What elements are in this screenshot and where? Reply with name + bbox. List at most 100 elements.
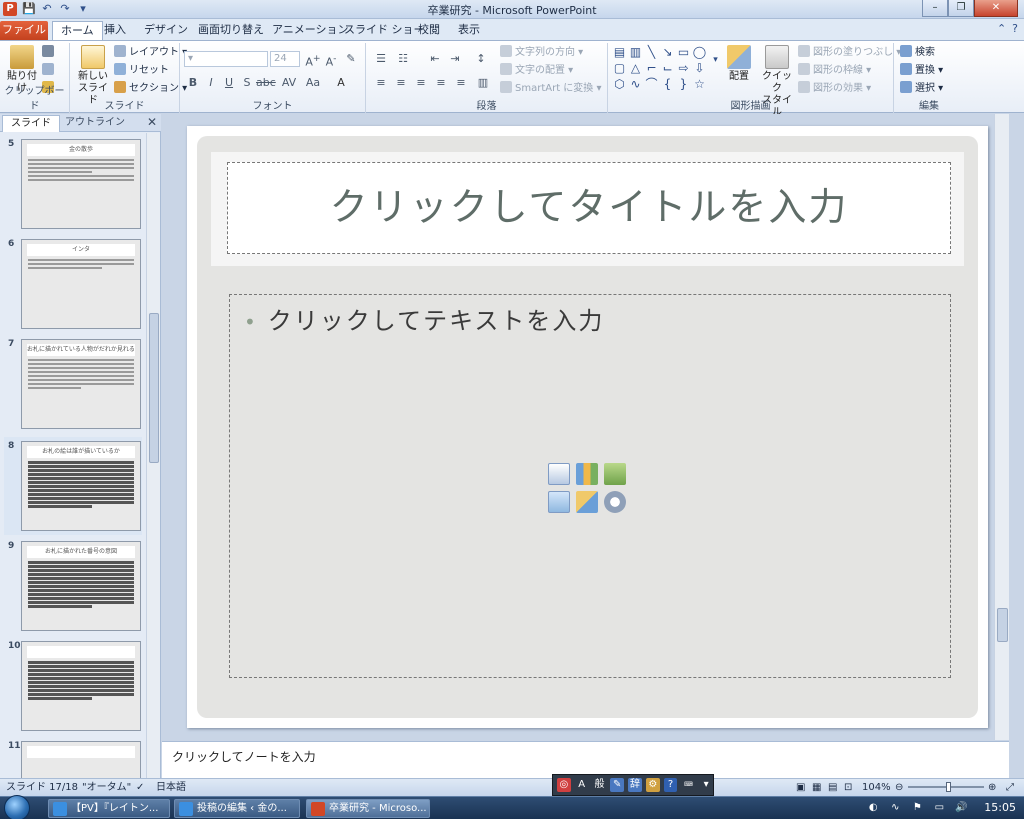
star-shape-icon[interactable]: ☆ — [692, 77, 707, 91]
insert-media-icon[interactable] — [604, 491, 626, 513]
insert-clipart-icon[interactable] — [576, 491, 598, 513]
help-icon[interactable]: ? — [1012, 22, 1018, 35]
close-button[interactable]: ✕ — [974, 0, 1018, 17]
line-shape-icon[interactable]: ╲ — [644, 45, 659, 59]
bold-icon[interactable]: B — [184, 75, 202, 91]
distribute-icon[interactable]: ≡ — [452, 75, 470, 91]
normal-view-icon[interactable]: ▣ — [796, 779, 805, 796]
language-indicator[interactable]: 日本語 — [156, 779, 186, 796]
tab-file[interactable]: ファイル — [0, 21, 48, 40]
ime-help-icon[interactable]: ? — [663, 778, 678, 792]
align-center-icon[interactable]: ≡ — [392, 75, 410, 91]
insert-table-icon[interactable] — [548, 463, 570, 485]
section-button[interactable]: セクション ▾ — [114, 81, 187, 97]
tab-outline[interactable]: アウトライン — [62, 115, 128, 132]
elbow-connector-shape-icon[interactable]: ⌐ — [644, 61, 659, 75]
tray-action-center-icon[interactable]: ⚑ — [910, 801, 924, 815]
restore-button[interactable]: ❐ — [948, 0, 974, 17]
slide-canvas[interactable]: クリックしてタイトルを入力 • クリックしてテキストを入力 — [187, 126, 988, 728]
slide-thumbnail[interactable]: 11 — [4, 741, 142, 778]
insert-smartart-icon[interactable] — [604, 463, 626, 485]
cut-button[interactable] — [42, 45, 57, 61]
arc-shape-icon[interactable]: ⌒ — [644, 77, 659, 91]
tools-icon[interactable]: ⚙ — [645, 778, 660, 792]
align-right-icon[interactable]: ≡ — [412, 75, 430, 91]
layout-button[interactable]: レイアウト ▾ — [114, 45, 187, 61]
tray-app-icon[interactable]: ◐ — [866, 801, 880, 815]
notes-pane[interactable]: クリックしてノートを入力 — [162, 741, 1009, 778]
copy-button[interactable] — [42, 63, 57, 79]
hexagon-shape-icon[interactable]: ⬡ — [612, 77, 627, 91]
minimize-button[interactable]: – — [922, 0, 948, 17]
elbow-arrow-shape-icon[interactable]: ⌙ — [660, 61, 675, 75]
shape-outline-button[interactable]: 図形の枠線 ▾ — [798, 63, 871, 79]
rectangle-shape-icon[interactable]: ▭ — [676, 45, 691, 59]
bullets-icon[interactable]: ☰ — [372, 51, 390, 67]
arrow-line-shape-icon[interactable]: ↘ — [660, 45, 675, 59]
italic-icon[interactable]: I — [202, 75, 220, 91]
replace-button[interactable]: 置換 ▾ — [900, 63, 943, 79]
slide-scroll-thumb[interactable] — [997, 608, 1008, 642]
dictionary-icon[interactable]: 辞 — [628, 778, 642, 792]
numbering-icon[interactable]: ☷ — [394, 51, 412, 67]
insert-chart-icon[interactable] — [576, 463, 598, 485]
ime-icon[interactable]: ◎ — [557, 778, 571, 792]
input-mode-icon[interactable]: A — [575, 778, 589, 792]
slide-sorter-icon[interactable]: ▦ — [812, 779, 821, 796]
tab-view[interactable]: 表示 — [450, 21, 488, 40]
theme-name[interactable]: "オータム" — [82, 779, 131, 796]
tab-slides[interactable]: スライド — [2, 115, 60, 132]
slide-scrollbar[interactable] — [994, 114, 1009, 740]
arrange-button[interactable]: 配置 — [722, 45, 756, 83]
ime-pad-icon[interactable]: ✎ — [610, 778, 625, 792]
thumbnail-scrollbar[interactable] — [146, 133, 160, 778]
change-case-icon[interactable]: Aa — [304, 75, 322, 91]
tab-insert[interactable]: 挿入 — [96, 21, 134, 40]
font-color-icon[interactable]: A — [332, 75, 350, 91]
slide-thumbnail[interactable]: 9 お札に描かれた番号の意図 — [4, 541, 142, 633]
insert-picture-icon[interactable] — [548, 491, 570, 513]
rounded-rect-shape-icon[interactable]: ▢ — [612, 61, 627, 75]
shadow-icon[interactable]: S — [238, 75, 256, 91]
underline-icon[interactable]: U — [220, 75, 238, 91]
curve-shape-icon[interactable]: ∿ — [628, 77, 643, 91]
tray-volume-icon[interactable]: 🔊 — [954, 801, 968, 815]
title-placeholder[interactable]: クリックしてタイトルを入力 — [227, 162, 951, 254]
slide-thumbnail[interactable]: 10 — [4, 641, 142, 733]
slide-thumbnail[interactable]: 7 お札に描かれている人物がだれか見れるの? — [4, 339, 142, 431]
zoom-level[interactable]: 104% — [862, 779, 891, 796]
tray-activity-icon[interactable]: ∿ — [888, 801, 902, 815]
tab-design[interactable]: デザイン — [136, 21, 196, 40]
oval-shape-icon[interactable]: ◯ — [692, 45, 707, 59]
fit-to-window-icon[interactable]: ⤢ — [1006, 779, 1014, 796]
shape-fill-button[interactable]: 図形の塗りつぶし ▾ — [798, 45, 901, 61]
vertical-textbox-shape-icon[interactable]: ▥ — [628, 45, 643, 59]
brace-shape-icon[interactable]: } — [676, 77, 691, 91]
textbox-shape-icon[interactable]: ▤ — [612, 45, 627, 59]
select-button[interactable]: 選択 ▾ — [900, 81, 943, 97]
tray-network-icon[interactable]: ▭ — [932, 801, 946, 815]
thumbnail-scroll-thumb[interactable] — [149, 313, 159, 463]
zoom-out-icon[interactable]: ⊖ — [895, 779, 903, 796]
tab-transitions[interactable]: 画面切り替え — [190, 21, 272, 40]
grow-font-icon[interactable]: A+ — [304, 51, 322, 69]
reset-button[interactable]: リセット — [114, 63, 169, 79]
start-button[interactable] — [4, 795, 30, 819]
smartart-button[interactable]: SmartArt に変換 ▾ — [500, 81, 602, 97]
decrease-indent-icon[interactable]: ⇤ — [426, 51, 444, 67]
slideshow-icon[interactable]: ⊡ — [844, 779, 852, 796]
slide-thumbnail-selected[interactable]: 8 お札の絵は誰が描いているか — [4, 437, 142, 535]
line-spacing-icon[interactable]: ↕ — [472, 51, 490, 67]
clock[interactable]: 15:05 — [984, 801, 1016, 815]
bracket-shape-icon[interactable]: { — [660, 77, 675, 91]
gallery-more-icon[interactable]: ▾ — [708, 53, 723, 67]
font-size-box[interactable]: 24 — [270, 51, 300, 67]
content-placeholder[interactable]: • クリックしてテキストを入力 — [229, 294, 951, 678]
shrink-font-icon[interactable]: A- — [322, 51, 340, 69]
char-spacing-icon[interactable]: AV — [280, 75, 298, 91]
taskbar-button-powerpoint[interactable]: 卒業研究 - Microso... — [306, 799, 430, 818]
spellcheck-icon[interactable]: ✓ — [136, 779, 144, 796]
langbar-options-icon[interactable]: ▾ — [699, 778, 713, 792]
clear-format-icon[interactable]: ✎ — [342, 51, 360, 67]
find-button[interactable]: 検索 — [900, 45, 935, 61]
